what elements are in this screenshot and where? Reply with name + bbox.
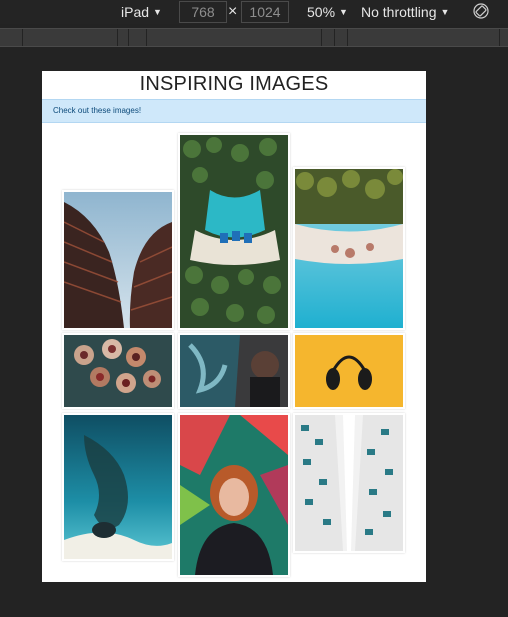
image-card[interactable]: [178, 413, 290, 577]
image-card[interactable]: [293, 333, 405, 409]
image-card[interactable]: [178, 333, 290, 409]
image-card[interactable]: [62, 413, 174, 561]
image-card[interactable]: [293, 167, 405, 330]
device-select[interactable]: iPad ▼: [121, 4, 162, 20]
zoom-label: 50%: [307, 4, 336, 20]
palm-shoreline-photo: [295, 169, 403, 328]
chevron-down-icon: ▼: [153, 7, 162, 17]
device-toolbar: iPad ▼ 768 × 1024 50% ▼ No throttling ▼: [0, 0, 508, 24]
building-perspective-photo: [295, 415, 403, 551]
device-viewport: INSPIRING IMAGES Check out these images!: [42, 71, 426, 582]
zoom-select[interactable]: 50% ▼: [307, 4, 348, 20]
height-input[interactable]: 1024: [241, 1, 289, 23]
cupcakes-photo: [64, 335, 172, 407]
image-card[interactable]: [62, 333, 174, 409]
portrait-mural-photo: [180, 415, 288, 575]
chevron-down-icon: ▼: [339, 7, 348, 17]
chevron-down-icon: ▼: [440, 7, 450, 17]
dimension-separator: ×: [228, 3, 238, 20]
curved-building-photo: [64, 192, 172, 328]
throttling-select[interactable]: No throttling ▼: [361, 4, 449, 20]
device-label: iPad: [121, 4, 150, 20]
width-input[interactable]: 768: [179, 1, 227, 23]
info-alert: Check out these images!: [42, 99, 426, 123]
image-card[interactable]: [293, 413, 405, 553]
image-card[interactable]: [178, 133, 290, 330]
alert-text: Check out these images!: [53, 106, 142, 115]
image-card[interactable]: [62, 190, 174, 330]
media-query-ruler: [0, 28, 508, 47]
throttling-label: No throttling: [361, 4, 437, 20]
aerial-reef-photo: [64, 415, 172, 559]
headphones-photo: [295, 335, 403, 407]
rotate-icon[interactable]: [473, 3, 489, 19]
graffiti-wall-photo: [180, 335, 288, 407]
aerial-palm-beach-photo: [180, 135, 288, 328]
page-title: INSPIRING IMAGES: [139, 73, 329, 95]
